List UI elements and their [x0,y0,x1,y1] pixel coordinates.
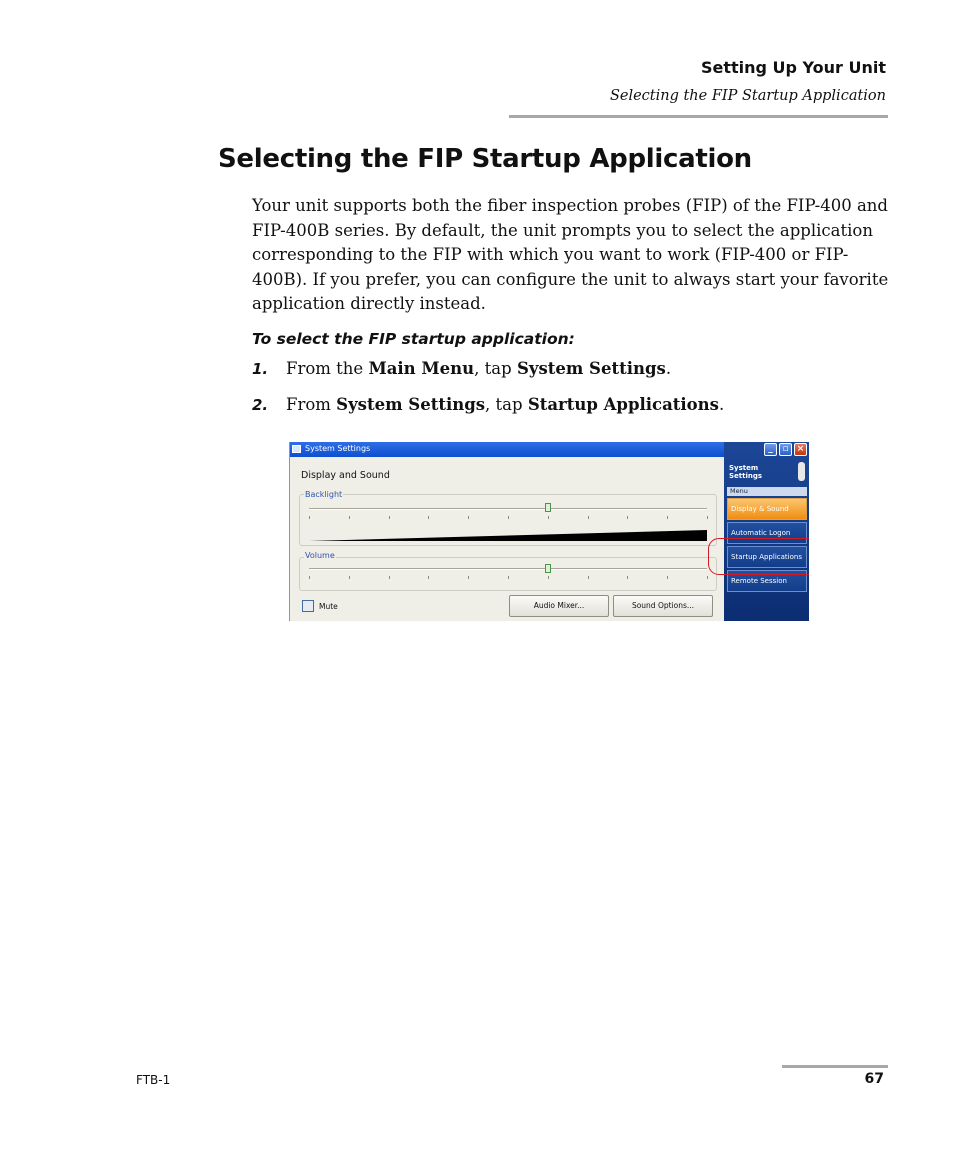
backlight-label: Backlight [304,490,344,499]
slider-tick [667,576,669,579]
system-settings-screenshot: System Settings Display and Sound Backli… [289,442,809,621]
slider-tick [667,516,669,519]
slider-tick [587,576,589,579]
slider-tick [348,516,350,519]
settings-window: System Settings Display and Sound Backli… [289,442,725,621]
slider-tick [587,516,589,519]
volume-slider-thumb[interactable] [544,564,551,573]
menu-label: Menu [727,487,807,496]
slider-tick [309,516,310,519]
window-icon [292,445,301,453]
step-text: From [286,395,337,414]
slider-tick [388,576,390,579]
page-number: 67 [864,1071,884,1087]
slider-tick [348,576,350,579]
ui-term: Main Menu [368,359,475,378]
ui-term: System Settings [336,395,486,414]
close-icon[interactable]: × [794,443,807,456]
step-text: , tap [485,395,528,414]
running-header-chapter: Setting Up Your Unit [700,58,886,77]
slider-tick [428,576,430,579]
slider-tick [388,516,390,519]
backlight-slider-track[interactable] [309,508,707,510]
window-titlebar[interactable]: System Settings [290,442,725,457]
step-text: , tap [474,359,517,378]
slider-tick [627,516,629,519]
menu-item-display-sound[interactable]: Display & Sound [727,498,807,520]
step-number: 2. [252,396,269,414]
intro-paragraph: Your unit supports both the fiber inspec… [252,196,889,314]
sound-options-button[interactable]: Sound Options... [613,595,713,617]
slider-tick [428,516,430,519]
slider-tick [468,516,470,519]
slider-tick [309,576,310,579]
running-header-section: Selecting the FIP Startup Application [609,88,886,104]
sidebar-scroll-icon[interactable] [798,462,805,481]
section-title: Display and Sound [301,470,390,481]
step-text: . [718,395,725,414]
footer-product: FTB-1 [136,1073,171,1087]
mute-label: Mute [319,602,338,611]
sidebar-title: System Settings [729,464,763,480]
step-1: 1. From the Main Menu, tap System Setting… [252,359,671,378]
section-heading: Selecting the FIP Startup Application [218,144,752,174]
volume-group [299,557,717,591]
ui-term: System Settings [516,359,666,378]
slider-tick [508,516,509,519]
backlight-slider-thumb[interactable] [544,503,551,512]
volume-slider-track[interactable] [309,568,707,570]
backlight-level-wedge [309,530,707,541]
highlight-circle [708,538,809,575]
slider-tick [508,576,509,579]
ui-term: Startup Applications [527,395,719,414]
slider-tick [707,576,708,579]
settings-sidebar: _ ▫ × System Settings Menu Display & Sou… [724,442,809,621]
audio-mixer-button[interactable]: Audio Mixer... [509,595,609,617]
window-title: System Settings [305,444,371,453]
footer-rule [782,1065,888,1068]
minimize-icon[interactable]: _ [764,443,777,456]
slider-tick [547,516,549,519]
slider-tick [547,576,549,579]
step-number: 1. [252,360,269,378]
step-text: From the [286,359,369,378]
restore-icon[interactable]: ▫ [779,443,792,456]
slider-tick [707,516,708,519]
step-2: 2. From System Settings, tap Startup Appl… [252,395,724,414]
slider-tick [468,576,470,579]
volume-label: Volume [304,551,336,560]
mute-checkbox[interactable] [302,600,314,612]
slider-tick [627,576,629,579]
step-text: . [665,359,672,378]
procedure-title: To select the FIP startup application: [252,330,575,348]
header-rule [509,115,888,118]
